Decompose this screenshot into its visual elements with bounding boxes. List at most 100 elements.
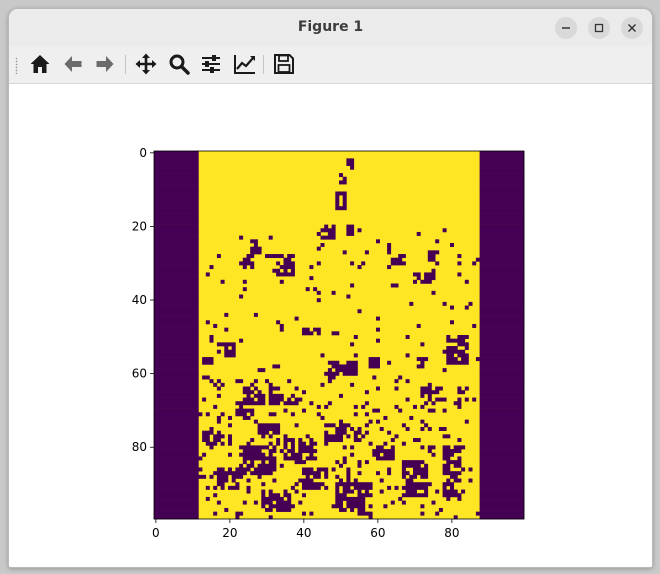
heatmap-cell-run (350, 427, 355, 431)
heatmap-cell-run (213, 382, 218, 387)
heatmap-cell-run (220, 412, 225, 417)
heatmap-cell-run (154, 320, 199, 325)
heatmap-cell-run (239, 294, 244, 299)
heatmap-cell-run (316, 404, 321, 409)
heatmap-cell-run (435, 511, 440, 516)
heatmap-cell-run (472, 397, 477, 402)
heatmap-cell-run (364, 489, 369, 494)
heatmap-cell-run (479, 151, 525, 155)
forward-button[interactable] (91, 51, 119, 77)
heatmap-cell-run (376, 239, 380, 244)
heatmap-cell-run (205, 441, 218, 446)
heatmap-cell-run (154, 239, 199, 244)
heatmap-cell-run (479, 228, 525, 233)
heatmap-cell-run (253, 500, 258, 505)
heatmap-cell-run (294, 489, 299, 494)
heatmap-cell-run (261, 434, 266, 439)
heatmap-cell-run (376, 386, 380, 391)
heatmap-cell-run (416, 357, 429, 362)
heatmap-cell-run (327, 379, 332, 384)
heatmap-cell-run (246, 463, 255, 468)
heatmap-cell-run (294, 397, 303, 402)
heatmap-cell-run (261, 482, 266, 487)
minimize-button[interactable] (555, 17, 577, 39)
heatmap-cell-run (401, 441, 406, 446)
heatmap-cell-run (242, 390, 255, 395)
y-tick-label: 20 (132, 219, 147, 233)
heatmap-cell-run (154, 346, 199, 351)
heatmap-cell-run (154, 504, 199, 509)
title-bar[interactable]: Figure 1 (9, 9, 652, 46)
save-button[interactable] (270, 51, 298, 77)
heatmap-cell-run (268, 460, 277, 465)
heatmap-cell-run (154, 408, 199, 413)
heatmap-cell-run (294, 482, 299, 487)
heatmap-cell-run (154, 471, 199, 476)
heatmap-cell-run (154, 371, 199, 376)
heatmap-cell-run (372, 452, 380, 457)
heatmap-cell-run (313, 327, 321, 332)
heatmap-cell-run (479, 235, 525, 240)
heatmap-cell-run (246, 489, 251, 494)
heatmap-cell-run (424, 423, 429, 428)
heatmap-cell-run (216, 474, 229, 479)
toolbar-grip-handle[interactable] (15, 57, 18, 74)
heatmap-cell-run (276, 272, 295, 277)
heatmap-cell-run (479, 213, 525, 218)
heatmap-cell-run (202, 375, 210, 380)
figure-canvas[interactable]: 0 20 40 60 80 0 20 40 60 80 (9, 84, 652, 567)
heatmap-cell-run (154, 268, 199, 273)
heatmap-cell-run (268, 493, 281, 498)
heatmap-cell-run (216, 500, 221, 505)
edit-axis-button[interactable] (230, 51, 258, 77)
heatmap-cell-run (154, 404, 199, 409)
axes-plot[interactable]: 0 20 40 60 80 0 20 40 60 80 (9, 84, 652, 567)
heatmap-cell-run (335, 198, 340, 203)
heatmap-cell-run (209, 445, 214, 450)
heatmap-cell-run (479, 467, 525, 472)
heatmap-cell-run (154, 375, 199, 380)
back-button[interactable] (59, 51, 87, 77)
heatmap-cell-run (154, 390, 199, 395)
heatmap-cell-run (309, 276, 314, 281)
heatmap-cell-run (216, 430, 221, 435)
heatmap-cell-run (239, 235, 244, 240)
heatmap-cell-run (279, 449, 284, 454)
heatmap-cell-run (420, 279, 432, 284)
heatmap-cell-run (154, 456, 203, 461)
heatmap-cell-run (405, 478, 414, 483)
heatmap-cell-run (346, 500, 366, 505)
heatmap-cell-run (446, 360, 469, 365)
heatmap-cell-run (154, 511, 199, 516)
heatmap-cell-run (261, 500, 273, 505)
heatmap-cell-run (413, 404, 417, 409)
heatmap-cell-run (154, 386, 199, 391)
heatmap-cell-run (154, 206, 199, 211)
pan-button[interactable] (132, 51, 160, 77)
heatmap-cell-run (294, 423, 299, 428)
heatmap-cell-run (154, 180, 199, 185)
heatmap-cell-run (320, 228, 336, 233)
configure-subplots-button[interactable] (197, 51, 225, 77)
heatmap-cell-run (409, 301, 414, 306)
maximize-button[interactable] (588, 17, 610, 39)
zoom-button[interactable] (165, 51, 193, 77)
heatmap-cell-run (420, 390, 440, 395)
heatmap-cell-run (335, 482, 373, 487)
heatmap-cell-run (290, 452, 303, 457)
heatmap-cell-run (268, 449, 277, 454)
heatmap-cell-run (350, 382, 355, 387)
home-button[interactable] (26, 51, 54, 77)
heatmap-cell-run (339, 463, 343, 468)
heatmap-cell-run (335, 474, 340, 479)
close-button[interactable] (621, 17, 643, 39)
heatmap-cell-run (420, 342, 425, 347)
heatmap-cell-run (350, 507, 355, 512)
heatmap-cell-run (479, 335, 525, 339)
heatmap-cell-run (346, 504, 366, 509)
heatmap-cell-run (420, 445, 425, 450)
heatmap-cell-run (420, 360, 425, 365)
heatmap-cell-run (154, 478, 199, 483)
heatmap-cell-run (154, 493, 199, 498)
heatmap-cell-run (464, 279, 469, 284)
